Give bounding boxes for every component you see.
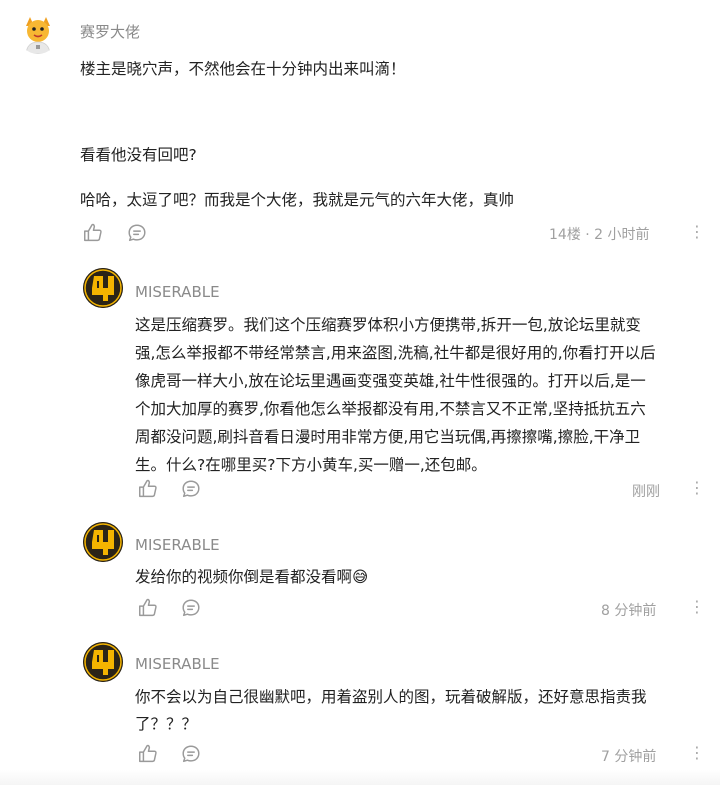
more-vertical-icon[interactable]: ⋮ (689, 478, 705, 497)
like-button[interactable] (137, 597, 159, 619)
avatar[interactable] (83, 268, 123, 308)
reply-meta: 8 分钟前 (601, 603, 657, 619)
reply-button[interactable] (180, 597, 202, 619)
reply-button[interactable] (180, 478, 202, 500)
thumbs-up-icon (137, 597, 159, 619)
speech-bubble-icon (180, 478, 202, 500)
like-button[interactable] (82, 222, 104, 244)
reply-button[interactable] (126, 222, 148, 244)
comment-paragraph: 楼主是晓穴声，不然他会在十分钟内出来叫滴！ (80, 60, 406, 78)
bottom-divider (0, 770, 720, 785)
reply-username[interactable]: MISERABLE (135, 282, 220, 302)
comment-paragraph: 哈哈，太逗了吧？而我是个大佬，我就是元气的六年大佬，真帅 (80, 191, 515, 209)
like-button[interactable] (137, 743, 159, 765)
speech-bubble-icon (180, 743, 202, 765)
more-vertical-icon[interactable]: ⋮ (689, 743, 705, 762)
reply-line: 了？？？ (135, 715, 198, 733)
reply-text: 发给你的视频你倒是看都没看啊 (135, 568, 353, 586)
comment-paragraph: 看看他没有回吧? (80, 146, 197, 164)
reply-line: 生。什么?在哪里买?下方小黄车,买一赠一,还包邮。 (135, 456, 487, 474)
comment-username[interactable]: 赛罗大佬 (80, 22, 140, 42)
reply-meta: 7 分钟前 (601, 749, 657, 765)
reply-line: 个加大加厚的赛罗,你看他怎么举报都没有用,不禁言又不正常,坚持抵抗五六 (135, 400, 646, 418)
like-button[interactable] (137, 478, 159, 500)
reply-button[interactable] (180, 743, 202, 765)
speech-bubble-icon (126, 222, 148, 244)
reply-meta: 刚刚 (632, 484, 660, 500)
reply-line: 你不会以为自己很幽默吧，用着盗别人的图，玩着破解版，还好意思指责我 (135, 688, 647, 706)
reply-line: 像虎哥一样大小,放在论坛里遇画变强变英雄,社牛性很强的。打开以后,是一 (135, 372, 646, 390)
thumbs-up-icon (137, 478, 159, 500)
reply-username[interactable]: MISERABLE (135, 654, 220, 674)
reply-line: 强,怎么举报都不带经常禁言,用来盗图,洗稿,社牛都是很好用的,你看打开以后 (135, 344, 656, 362)
speech-bubble-icon (180, 597, 202, 619)
avatar[interactable] (83, 642, 123, 682)
thumbs-up-icon (137, 743, 159, 765)
thumbs-up-icon (82, 222, 104, 244)
reply-line: 这是压缩赛罗。我们这个压缩赛罗体积小方便携带,拆开一包,放论坛里就变 (135, 316, 641, 334)
reply-username[interactable]: MISERABLE (135, 535, 220, 555)
reply-line: 发给你的视频你倒是看都没看啊😅 (135, 563, 368, 591)
reply-line: 周都没问题,刷抖音看日漫时用非常方便,用它当玩偶,再擦擦嘴,擦脸,干净卫 (135, 428, 641, 446)
more-vertical-icon[interactable]: ⋮ (689, 597, 705, 616)
avatar[interactable] (83, 522, 123, 562)
avatar[interactable] (18, 14, 58, 54)
comment-meta: 14楼 · 2 小时前 (549, 227, 650, 243)
sweat-smile-emoji: 😅 (352, 568, 369, 586)
more-vertical-icon[interactable]: ⋮ (689, 222, 705, 241)
